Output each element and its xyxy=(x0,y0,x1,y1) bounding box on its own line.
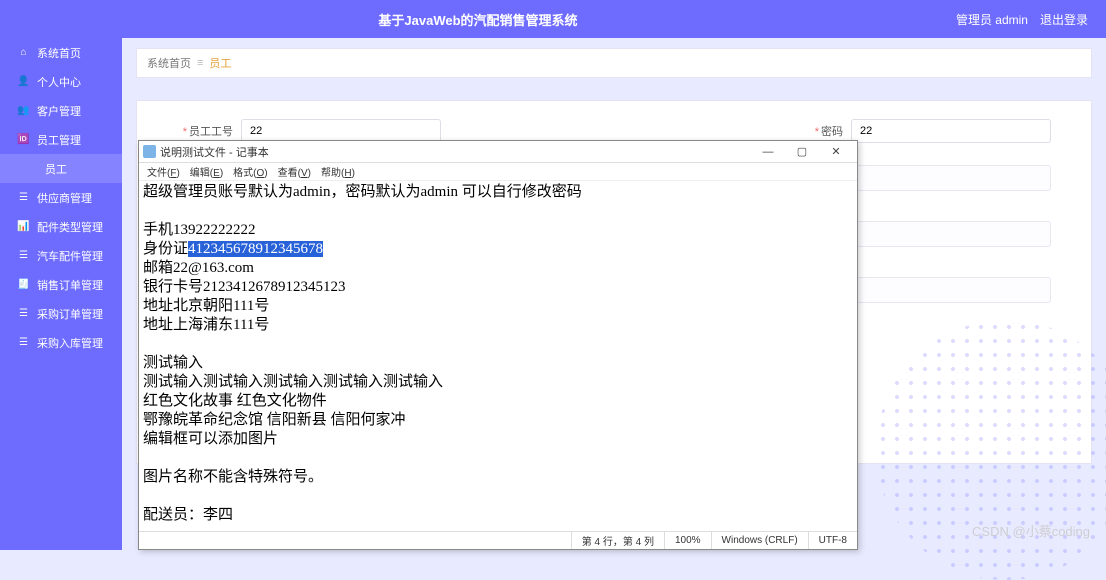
sidebar-label: 员工管理 xyxy=(37,132,81,148)
sidebar-item-6[interactable]: 📊 配件类型管理 xyxy=(0,212,122,241)
sidebar-label: 个人中心 xyxy=(37,74,81,90)
notepad-app-icon xyxy=(143,145,156,158)
menu-item-3[interactable]: 查看(V) xyxy=(274,164,315,179)
blank-icon xyxy=(26,163,37,174)
sidebar-item-2[interactable]: 👥 客户管理 xyxy=(0,96,122,125)
menu-item-4[interactable]: 帮助(H) xyxy=(317,164,359,179)
list-icon: ☰ xyxy=(18,250,29,261)
close-button[interactable]: ✕ xyxy=(819,143,853,161)
input-password[interactable] xyxy=(851,119,1051,143)
crumb-current: 员工 xyxy=(209,55,231,71)
sidebar-item-7[interactable]: ☰ 汽车配件管理 xyxy=(0,241,122,270)
sidebar-item-4[interactable]: 员工 xyxy=(0,154,122,183)
crumb-sep: ≡ xyxy=(197,57,203,69)
cart-icon: ☰ xyxy=(18,308,29,319)
top-bar: 基于JavaWeb的汽配销售管理系统 管理员 admin 退出登录 xyxy=(0,0,1106,38)
sidebar-label: 配件类型管理 xyxy=(37,219,103,235)
sidebar-label: 采购订单管理 xyxy=(37,306,103,322)
order-icon: 🧾 xyxy=(18,279,29,290)
logout-link[interactable]: 退出登录 xyxy=(1040,11,1088,28)
status-pos: 第 4 行，第 4 列 xyxy=(571,532,664,549)
app-title: 基于JavaWeb的汽配销售管理系统 xyxy=(0,10,956,29)
maximize-button[interactable]: ▢ xyxy=(785,143,819,161)
sidebar-label: 员工 xyxy=(45,161,67,177)
label-password: *密码 xyxy=(787,123,843,139)
watermark: CSDN @小蔡coding xyxy=(972,521,1090,540)
sidebar-label: 系统首页 xyxy=(37,45,81,61)
notepad-window[interactable]: 说明测试文件 - 记事本 — ▢ ✕ 文件(F)编辑(E)格式(O)查看(V)帮… xyxy=(138,140,858,550)
crumb-home[interactable]: 系统首页 xyxy=(147,55,191,71)
sidebar-label: 客户管理 xyxy=(37,103,81,119)
topbar-right: 管理员 admin 退出登录 xyxy=(956,11,1106,28)
sidebar-label: 供应商管理 xyxy=(37,190,92,206)
sidebar-item-5[interactable]: ☰ 供应商管理 xyxy=(0,183,122,212)
notepad-textarea[interactable]: 超级管理员账号默认为admin，密码默认为admin 可以自行修改密码 手机13… xyxy=(139,181,857,531)
home-icon: ⌂ xyxy=(18,47,29,58)
sidebar-label: 采购入库管理 xyxy=(37,335,103,351)
in-icon: ☰ xyxy=(18,337,29,348)
menu-item-2[interactable]: 格式(O) xyxy=(229,164,271,179)
status-enc: UTF-8 xyxy=(808,532,857,549)
sidebar-item-9[interactable]: ☰ 采购订单管理 xyxy=(0,299,122,328)
sidebar: ⌂ 系统首页 👤 个人中心 👥 客户管理 🆔 员工管理员工 ☰ 供应商管理 📊 配件类型管理 ☰ 汽车配件… xyxy=(0,38,122,550)
sidebar-item-10[interactable]: ☰ 采购入库管理 xyxy=(0,328,122,357)
status-eol: Windows (CRLF) xyxy=(711,532,808,549)
status-zoom: 100% xyxy=(664,532,711,549)
sidebar-label: 汽车配件管理 xyxy=(37,248,103,264)
user-label[interactable]: 管理员 admin xyxy=(956,11,1028,28)
notepad-titlebar[interactable]: 说明测试文件 - 记事本 — ▢ ✕ xyxy=(139,141,857,163)
grid-icon: ☰ xyxy=(18,192,29,203)
id-icon: 🆔 xyxy=(18,134,29,145)
sidebar-item-1[interactable]: 👤 个人中心 xyxy=(0,67,122,96)
notepad-statusbar: 第 4 行，第 4 列 100% Windows (CRLF) UTF-8 xyxy=(139,531,857,549)
sidebar-item-3[interactable]: 🆔 员工管理 xyxy=(0,125,122,154)
breadcrumb: 系统首页 ≡ 员工 xyxy=(136,48,1092,78)
menu-item-0[interactable]: 文件(F) xyxy=(143,164,184,179)
window-controls: — ▢ ✕ xyxy=(751,143,853,161)
sidebar-item-0[interactable]: ⌂ 系统首页 xyxy=(0,38,122,67)
minimize-button[interactable]: — xyxy=(751,143,785,161)
user-icon: 👤 xyxy=(18,76,29,87)
chart-icon: 📊 xyxy=(18,221,29,232)
sidebar-label: 销售订单管理 xyxy=(37,277,103,293)
group-icon: 👥 xyxy=(18,105,29,116)
notepad-title: 说明测试文件 - 记事本 xyxy=(156,144,751,160)
sidebar-item-8[interactable]: 🧾 销售订单管理 xyxy=(0,270,122,299)
menu-item-1[interactable]: 编辑(E) xyxy=(186,164,227,179)
label-employee-id: *员工工号 xyxy=(177,123,233,139)
notepad-menubar: 文件(F)编辑(E)格式(O)查看(V)帮助(H) xyxy=(139,163,857,181)
